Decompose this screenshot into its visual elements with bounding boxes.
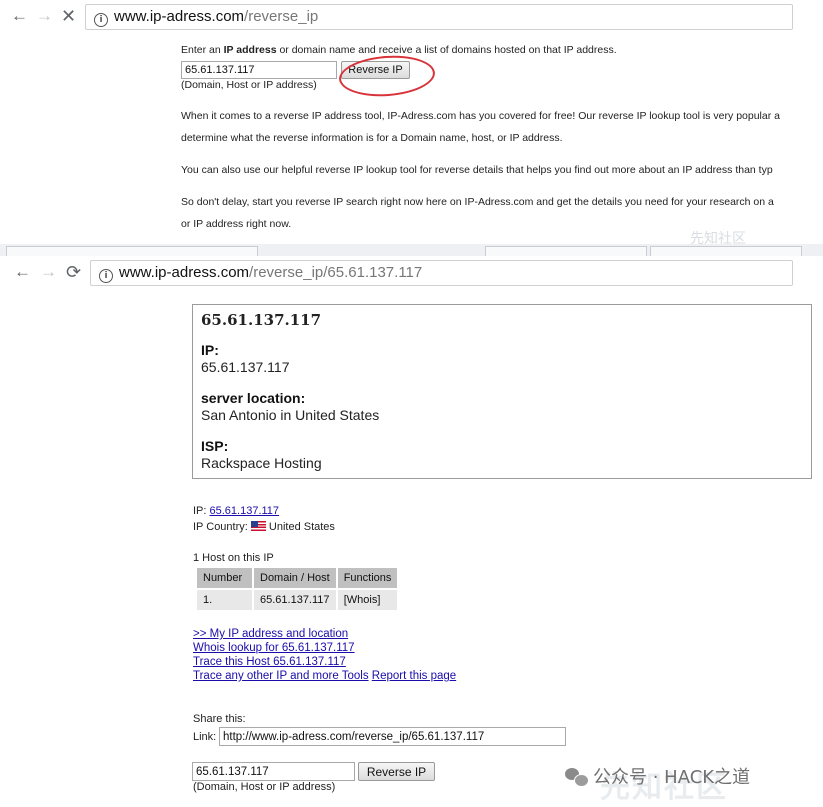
- reverse-ip-button-bottom[interactable]: Reverse IP: [358, 762, 435, 781]
- col-functions: Functions: [337, 568, 398, 588]
- ip-line-label: IP:: [193, 505, 210, 517]
- hosts-count: 1 Host on this IP: [193, 552, 274, 564]
- url-host: www.ip-adress.com: [119, 264, 250, 281]
- us-flag-icon: [250, 521, 266, 531]
- table-header-row: Number Domain / Host Functions: [197, 568, 398, 588]
- share-link-field[interactable]: [219, 727, 566, 746]
- reload-icon[interactable]: ⟳: [66, 262, 81, 282]
- address-bar-top: ← → ✕ i www.ip-adress.com/reverse_ip: [0, 0, 823, 32]
- url-field[interactable]: i www.ip-adress.com/reverse_ip: [85, 4, 793, 30]
- arrow-right-icon[interactable]: →: [36, 6, 53, 26]
- intro-suffix: or domain name and receive a list of dom…: [276, 44, 617, 56]
- isp-value: Rackspace Hosting: [201, 455, 322, 471]
- input-hint: (Domain, Host or IP address): [181, 79, 317, 91]
- info-icon[interactable]: i: [99, 269, 113, 283]
- url-path: /reverse_ip/65.61.137.117: [249, 264, 423, 281]
- annotation-circle: [337, 52, 437, 100]
- wechat-watermark: 公众号 · HACK之道: [565, 763, 750, 789]
- country-value: United States: [268, 521, 335, 533]
- table-row: 1. 65.61.137.117 [Whois]: [197, 590, 398, 610]
- tool-links: >> My IP address and location Whois look…: [193, 627, 456, 683]
- ip-heading: 65.61.137.117: [201, 311, 322, 329]
- ip-line: IP: 65.61.137.117: [193, 505, 279, 517]
- cell-number: 1.: [197, 590, 252, 610]
- url-host: www.ip-adress.com: [114, 8, 245, 25]
- cell-functions[interactable]: [Whois]: [337, 590, 398, 610]
- share-link-label: Link:: [193, 731, 217, 743]
- isp-label: ISP:: [201, 438, 229, 454]
- paragraph-2: You can also use our helpful reverse IP …: [181, 164, 773, 176]
- close-icon[interactable]: ✕: [61, 6, 76, 26]
- ip-label: IP:: [201, 342, 219, 358]
- ip-details-box: 65.61.137.117 IP: 65.61.137.117 server l…: [192, 304, 812, 479]
- ip-search-input-bottom[interactable]: [192, 762, 355, 781]
- paragraph-3-cont: or IP address right now.: [181, 218, 292, 230]
- arrow-left-icon[interactable]: ←: [14, 262, 31, 282]
- arrow-right-icon[interactable]: →: [40, 262, 57, 282]
- arrow-left-icon[interactable]: ←: [11, 6, 28, 26]
- paragraph-3: So don't delay, start you reverse IP sea…: [181, 196, 774, 208]
- url-path: /reverse_ip: [244, 8, 319, 25]
- wechat-text: 公众号 · HACK之道: [593, 767, 751, 788]
- ip-link[interactable]: 65.61.137.117: [210, 505, 280, 517]
- location-label: server location:: [201, 390, 306, 406]
- trace-host-link[interactable]: Trace this Host 65.61.137.117: [193, 656, 346, 668]
- intro-prefix: Enter an: [181, 44, 224, 56]
- input-hint-bottom: (Domain, Host or IP address): [193, 781, 336, 793]
- url-field[interactable]: i www.ip-adress.com/reverse_ip/65.61.137.…: [90, 260, 793, 286]
- ip-search-input[interactable]: [181, 61, 337, 79]
- my-ip-link[interactable]: >> My IP address and location: [193, 628, 348, 640]
- intro-bold: IP address: [223, 44, 277, 56]
- whois-link[interactable]: Whois lookup for 65.61.137.117: [193, 642, 355, 654]
- ip-value: 65.61.137.117: [201, 359, 290, 375]
- location-value: San Antonio in United States: [201, 407, 380, 423]
- country-label: IP Country:: [193, 521, 251, 533]
- cell-domain: 65.61.137.117: [254, 590, 336, 610]
- paragraph-1: When it comes to a reverse IP address to…: [181, 110, 780, 122]
- paragraph-1-cont: determine what the reverse information i…: [181, 132, 563, 144]
- col-number: Number: [197, 568, 252, 588]
- host-table: Number Domain / Host Functions 1. 65.61.…: [195, 566, 399, 612]
- report-link[interactable]: Report this page: [372, 670, 456, 682]
- trace-other-link[interactable]: Trace any other IP and more Tools: [193, 670, 369, 682]
- tab-strip: [0, 244, 823, 257]
- wechat-icon: [565, 768, 589, 787]
- share-title: Share this:: [193, 713, 246, 725]
- info-icon[interactable]: i: [94, 13, 108, 27]
- address-bar-bottom: ← → ⟳ i www.ip-adress.com/reverse_ip/65.6…: [0, 256, 823, 288]
- country-line: IP Country: United States: [193, 521, 335, 533]
- col-domain: Domain / Host: [254, 568, 336, 588]
